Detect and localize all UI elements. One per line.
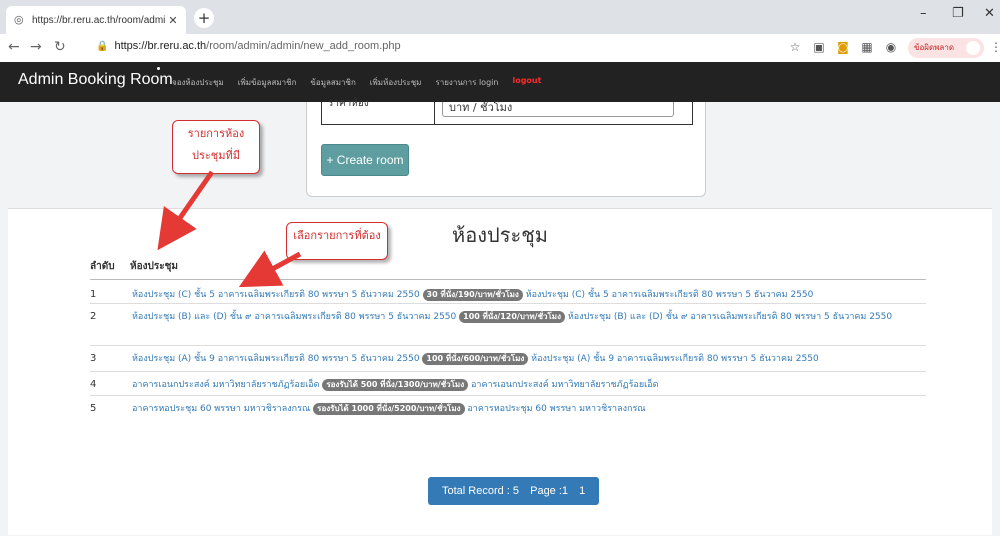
room-link[interactable]: อาคารหอประชุม 60 พรรษา มหาวชิราลงกรณ รอง…: [132, 402, 926, 417]
menu-icon[interactable]: ⋮: [990, 40, 1000, 54]
field-label: ราคาห้อง: [328, 98, 369, 109]
pagination: Total Record : 5 Page :1 1: [428, 477, 600, 505]
room-badge: รองรับได้ 500 ที่นั่ง/1300/บาท/ชั่วโมง: [322, 379, 469, 391]
row-number: 2: [90, 311, 97, 322]
table-row: 2 ห้องประชุม (B) และ (D) ชั้น ๙ อาคารเฉล…: [90, 303, 926, 346]
url-field[interactable]: 🔒 https://br.reru.ac.th/room/admin/admin/…: [96, 40, 401, 52]
page-title: ห้องประชุม: [452, 223, 548, 247]
restore-icon[interactable]: ❐: [952, 6, 964, 21]
extension-icon[interactable]: ◙: [836, 40, 850, 54]
browser-tab-bar: ◎ https://br.reru.ac.th/room/admin ✕ + –…: [0, 0, 1000, 34]
star-icon[interactable]: ☆: [788, 40, 802, 54]
profile-button[interactable]: ข้อผิดพลาด: [908, 38, 984, 58]
record-icon[interactable]: ◉: [884, 40, 898, 54]
nav-link-booking[interactable]: จองห้องประชุม: [172, 76, 224, 89]
avatar: [966, 41, 980, 55]
table-header: ลำดับ ห้องประชุม: [90, 257, 926, 280]
nav-link-add-room[interactable]: เพิ่มห้องประชุม: [370, 76, 422, 89]
create-room-button[interactable]: + Create room: [321, 144, 409, 176]
back-icon[interactable]: ←: [8, 39, 20, 55]
new-tab-button[interactable]: +: [194, 8, 214, 28]
qr-icon[interactable]: ▦: [860, 40, 874, 54]
browser-tab[interactable]: ◎ https://br.reru.ac.th/room/admin ✕: [6, 6, 186, 34]
brand[interactable]: Admin Booking Room: [18, 71, 173, 89]
room-badge: 100 ที่นั่ง/600/บาท/ชั่วโมง: [422, 353, 529, 365]
reload-icon[interactable]: ↻: [54, 39, 66, 55]
row-number: 1: [90, 289, 97, 300]
page-content: ราคาห้อง บาท / ชั่วโมง + Create room ห้อ…: [0, 98, 1000, 536]
logout-link[interactable]: logout: [512, 76, 541, 89]
minimize-icon[interactable]: –: [920, 6, 927, 21]
row-number: 5: [90, 403, 97, 414]
row-number: 4: [90, 379, 97, 390]
form-table: ราคาห้อง บาท / ชั่วโมง: [321, 98, 693, 125]
table-row: 3 ห้องประชุม (A) ชั้น 9 อาคารเฉลิมพระเกี…: [90, 345, 926, 372]
annotation-callout: เลือกรายการที่ต้อง: [286, 222, 388, 260]
forward-icon[interactable]: →: [30, 39, 42, 55]
window-close-icon[interactable]: ✕: [984, 6, 995, 21]
dot-icon: [157, 67, 160, 70]
nav-link-add-member[interactable]: เพิ่มข้อมูลสมาชิก: [238, 76, 297, 89]
room-badge: รองรับได้ 1000 ที่นั่ง/5200/บาท/ชั่วโมง: [313, 403, 465, 415]
col-order: ลำดับ: [90, 261, 115, 272]
address-bar: ← → ↻ 🔒 https://br.reru.ac.th/room/admin/…: [0, 34, 1000, 63]
nav-links: จองห้องประชุม เพิ่มข้อมูลสมาชิก ข้อมูลสม…: [172, 76, 541, 89]
table-row: 1 ห้องประชุม (C) ชั้น 5 อาคารเฉลิมพระเกี…: [90, 281, 926, 304]
app-navbar: Admin Booking Room จองห้องประชุม เพิ่มข้…: [0, 62, 1000, 102]
table-row: 4 อาคารเอนกประสงค์ มหาวิทยาลัยราชภัฏร้อย…: [90, 371, 926, 396]
room-link[interactable]: ห้องประชุม (B) และ (D) ชั้น ๙ อาคารเฉลิม…: [132, 310, 926, 325]
add-room-form: ราคาห้อง บาท / ชั่วโมง + Create room: [306, 98, 706, 197]
room-list-card: ห้องประชุม ลำดับ ห้องประชุม 1 ห้องประชุม…: [8, 208, 992, 535]
divider: [434, 102, 435, 124]
room-badge: 30 ที่นั่ง/190/บาท/ชั่วโมง: [422, 289, 523, 301]
col-room: ห้องประชุม: [130, 261, 178, 272]
page-indicator: Page :1: [530, 485, 569, 497]
nav-link-login-report[interactable]: รายงานการ login: [435, 76, 498, 89]
page-link[interactable]: 1: [579, 485, 585, 497]
room-link[interactable]: ห้องประชุม (A) ชั้น 9 อาคารเฉลิมพระเกียร…: [132, 352, 926, 367]
room-badge: 100 ที่นั่ง/120/บาท/ชั่วโมง: [459, 311, 565, 323]
tab-title: https://br.reru.ac.th/room/admin: [32, 14, 166, 26]
extension-icon[interactable]: ▣: [812, 40, 826, 54]
nav-link-members[interactable]: ข้อมูลสมาชิก: [310, 76, 355, 89]
lock-icon: 🔒: [96, 41, 109, 52]
close-icon[interactable]: ✕: [166, 14, 180, 27]
annotation-callout: รายการห้องประชุมที่มี: [172, 120, 260, 174]
globe-icon: ◎: [14, 13, 24, 26]
total-record: Total Record : 5: [442, 485, 520, 497]
room-link[interactable]: ห้องประชุม (C) ชั้น 5 อาคารเฉลิมพระเกียร…: [132, 288, 926, 303]
row-number: 3: [90, 353, 97, 364]
room-link[interactable]: อาคารเอนกประสงค์ มหาวิทยาลัยราชภัฏร้อยเอ…: [132, 378, 926, 393]
rate-field[interactable]: บาท / ชั่วโมง: [442, 102, 674, 117]
table-row: 5 อาคารหอประชุม 60 พรรษา มหาวชิราลงกรณ ร…: [90, 395, 926, 419]
